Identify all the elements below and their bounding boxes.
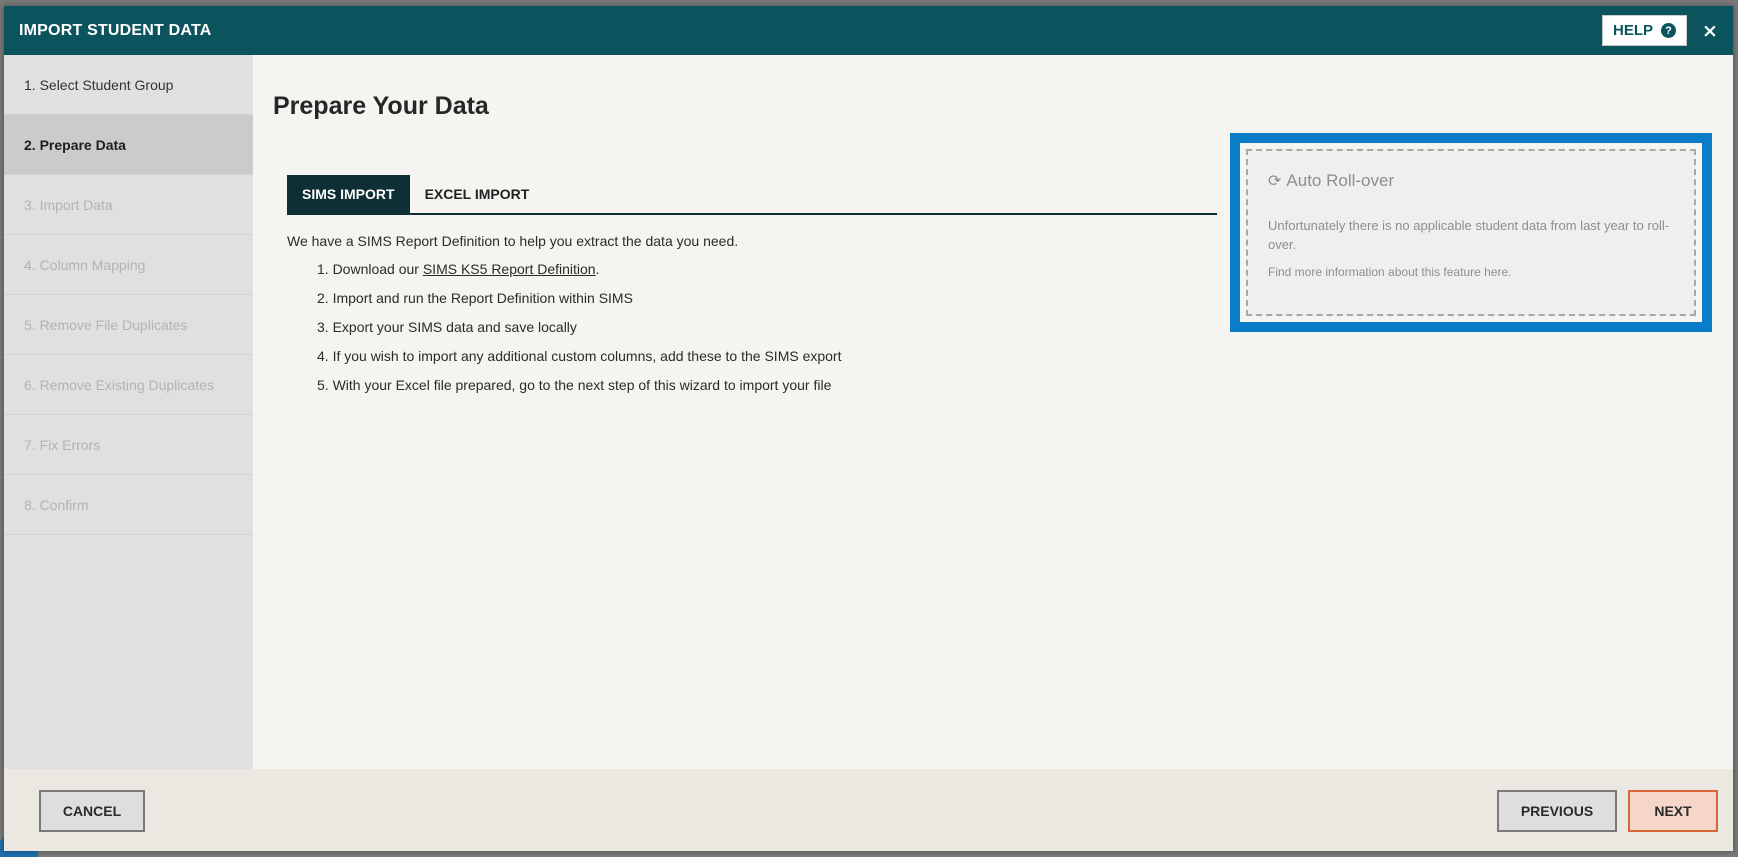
modal-footer: CANCEL PREVIOUS NEXT [4,769,1733,851]
step-remove-file-duplicates: 5. Remove File Duplicates [4,295,253,355]
import-tabs: SIMS IMPORT EXCEL IMPORT [287,175,1217,215]
header-actions: HELP ? × [1601,6,1733,55]
instruction-step-1-prefix: 1. Download our [317,261,423,277]
step-remove-existing-duplicates: 6. Remove Existing Duplicates [4,355,253,415]
instruction-step-2: 2. Import and run the Report Definition … [317,290,633,306]
sims-instructions: We have a SIMS Report Definition to help… [287,233,842,405]
rollover-title-text: Auto Roll-over [1286,171,1395,190]
step-prepare-data[interactable]: 2. Prepare Data [4,115,253,175]
instruction-step-1: 1. Download our SIMS KS5 Report Definiti… [317,260,842,278]
question-circle-icon: ? [1661,23,1676,38]
rollover-title: ⟳ Auto Roll-over [1268,171,1674,191]
auto-rollover-panel: ⟳ Auto Roll-over Unfortunately there is … [1230,133,1712,332]
help-button[interactable]: HELP ? [1601,15,1687,46]
cancel-button[interactable]: CANCEL [39,790,145,832]
modal-title: IMPORT STUDENT DATA [19,21,212,39]
modal-body: 1. Select Student Group 2. Prepare Data … [4,55,1733,769]
wizard-steps-sidebar: 1. Select Student Group 2. Prepare Data … [4,55,253,769]
next-button[interactable]: NEXT [1628,790,1718,832]
sims-report-definition-link[interactable]: SIMS KS5 Report Definition [423,261,596,277]
close-button[interactable]: × [1687,6,1733,55]
close-icon: × [1702,19,1718,42]
previous-button[interactable]: PREVIOUS [1497,790,1617,832]
tab-sims-import[interactable]: SIMS IMPORT [287,175,410,213]
instructions-intro: We have a SIMS Report Definition to help… [287,233,739,249]
rollover-message: Unfortunately there is no applicable stu… [1268,218,1670,252]
instruction-step-1-suffix: . [595,261,600,277]
step-fix-errors: 7. Fix Errors [4,415,253,475]
help-label: HELP [1612,22,1653,39]
tab-excel-import[interactable]: EXCEL IMPORT [410,175,545,213]
step-import-data: 3. Import Data [4,175,253,235]
page-title: Prepare Your Data [273,92,489,120]
step-select-student-group[interactable]: 1. Select Student Group [4,55,253,115]
instruction-step-4: 4. If you wish to import any additional … [317,348,842,364]
instruction-step-3: 3. Export your SIMS data and save locall… [317,319,577,335]
modal-header: IMPORT STUDENT DATA HELP ? × [4,6,1733,55]
auto-rollover-box: ⟳ Auto Roll-over Unfortunately there is … [1246,149,1696,316]
step-column-mapping: 4. Column Mapping [4,235,253,295]
instruction-step-5: 5. With your Excel file prepared, go to … [317,377,832,393]
import-student-data-modal: IMPORT STUDENT DATA HELP ? × 1. Select S… [4,6,1733,851]
refresh-icon: ⟳ [1268,173,1282,190]
step-confirm: 8. Confirm [4,475,253,535]
rollover-info-link[interactable]: Find more information about this feature… [1268,265,1674,279]
instructions-list: 1. Download our SIMS KS5 Report Definiti… [317,260,842,394]
main-content: Prepare Your Data SIMS IMPORT EXCEL IMPO… [253,55,1733,769]
